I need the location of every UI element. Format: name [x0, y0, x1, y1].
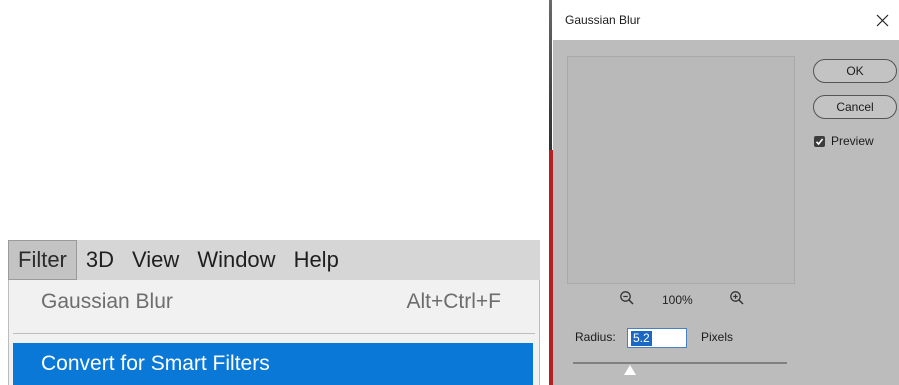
- menu-item-gaussian-blur[interactable]: Gaussian Blur Alt+Ctrl+F: [13, 282, 535, 322]
- menu-item-label: Gaussian Blur: [41, 290, 173, 313]
- menu-item-convert-for-smart-filters[interactable]: Convert for Smart Filters: [13, 343, 533, 385]
- preview-label: Preview: [831, 134, 874, 148]
- zoom-out-button[interactable]: [619, 290, 637, 308]
- checkmark-icon: [815, 138, 824, 145]
- preview-checkbox-row[interactable]: Preview: [814, 134, 874, 148]
- cancel-button[interactable]: Cancel: [813, 95, 897, 119]
- menu-help[interactable]: Help: [285, 240, 348, 280]
- preview-area[interactable]: [567, 56, 795, 284]
- ok-button[interactable]: OK: [813, 59, 897, 83]
- menu-3d[interactable]: 3D: [77, 240, 123, 280]
- zoom-level: 100%: [662, 293, 693, 307]
- menu-filter[interactable]: Filter: [8, 240, 77, 280]
- close-button[interactable]: [869, 7, 895, 33]
- menu-window[interactable]: Window: [188, 240, 284, 280]
- zoom-in-icon: [730, 291, 744, 305]
- dialog-titlebar: Gaussian Blur: [553, 0, 899, 40]
- units-label: Pixels: [701, 330, 734, 344]
- radius-value: 5.2: [631, 330, 652, 346]
- radius-input[interactable]: 5.2: [627, 328, 687, 348]
- close-icon: [876, 14, 888, 26]
- screen: Filter 3D View Window Help Gaussian Blur…: [0, 0, 899, 385]
- preview-checkbox[interactable]: [814, 135, 825, 147]
- zoom-in-button[interactable]: [729, 290, 747, 308]
- menu-separator: [13, 333, 535, 334]
- menu-item-shortcut: Alt+Ctrl+F: [406, 290, 501, 313]
- menu-view[interactable]: View: [123, 240, 188, 280]
- radius-slider-track[interactable]: [573, 362, 787, 364]
- menu-item-label: Convert for Smart Filters: [41, 352, 270, 375]
- slider-thumb-icon[interactable]: [624, 365, 636, 375]
- dialog-title: Gaussian Blur: [565, 13, 641, 27]
- gaussian-blur-dialog: Gaussian Blur OK Cancel Preview 100% Rad…: [553, 0, 899, 385]
- radius-row: Radius: 5.2 Pixels: [575, 328, 825, 348]
- radius-label: Radius:: [575, 330, 616, 344]
- menu-bar: Filter 3D View Window Help: [8, 240, 540, 280]
- zoom-out-icon: [620, 291, 634, 305]
- zoom-controls: 100%: [553, 290, 803, 310]
- filter-dropdown: Gaussian Blur Alt+Ctrl+F Convert for Sma…: [8, 280, 540, 385]
